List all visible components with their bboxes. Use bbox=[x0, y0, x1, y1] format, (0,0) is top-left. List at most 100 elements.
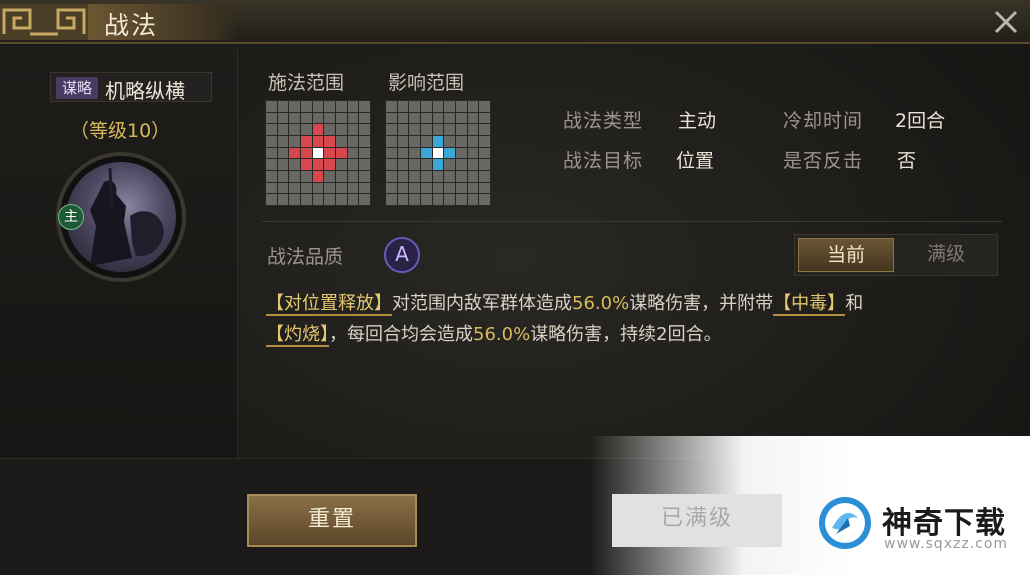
grid-cell bbox=[301, 124, 312, 135]
grid-cell bbox=[479, 124, 490, 135]
grid-cell bbox=[301, 136, 312, 147]
grid-cell bbox=[324, 171, 335, 182]
grid-cell bbox=[336, 159, 347, 170]
grid-cell bbox=[444, 136, 455, 147]
grid-cell bbox=[277, 136, 289, 147]
grid-cell bbox=[479, 147, 490, 159]
grid-cell bbox=[324, 101, 335, 112]
grid-cell bbox=[359, 124, 370, 135]
desc-keyword-burn[interactable]: 【灼烧】 bbox=[266, 324, 329, 347]
grid-cell bbox=[266, 147, 277, 159]
effect-range-grid bbox=[385, 100, 491, 206]
grid-cell bbox=[479, 159, 490, 170]
grid-cell bbox=[301, 101, 312, 112]
grid-cell bbox=[432, 171, 444, 182]
grid-cell bbox=[347, 182, 359, 194]
skill-type-value: 主动 bbox=[678, 110, 717, 132]
quality-grade-badge: A bbox=[384, 237, 420, 273]
grid-cell bbox=[336, 101, 347, 112]
tab-max-level[interactable]: 满级 bbox=[898, 238, 994, 272]
grid-cell bbox=[347, 136, 359, 147]
grid-cell bbox=[456, 112, 467, 124]
grid-cell bbox=[467, 101, 479, 112]
grid-cell bbox=[359, 136, 370, 147]
grid-cell bbox=[397, 171, 409, 182]
grid-cell bbox=[409, 159, 420, 170]
grid-cell bbox=[336, 147, 347, 159]
skill-type-label: 战法类型 bbox=[563, 110, 644, 132]
grid-cell bbox=[277, 101, 289, 112]
grid-cell bbox=[479, 194, 490, 205]
grid-cell bbox=[277, 112, 289, 124]
close-icon[interactable] bbox=[990, 6, 1022, 38]
grid-cell bbox=[301, 182, 312, 194]
grid-cell bbox=[386, 147, 397, 159]
grid-cell bbox=[312, 147, 324, 159]
cast-range-label: 施法范围 bbox=[268, 72, 345, 94]
cooldown-label: 冷却时间 bbox=[783, 110, 864, 132]
grid-cell bbox=[386, 124, 397, 135]
grid-cell bbox=[432, 112, 444, 124]
grid-cell bbox=[479, 171, 490, 182]
grid-cell bbox=[444, 147, 455, 159]
grid-cell bbox=[386, 101, 397, 112]
grid-cell bbox=[289, 171, 300, 182]
grid-cell bbox=[421, 159, 432, 170]
grid-cell bbox=[467, 136, 479, 147]
grid-cell bbox=[397, 159, 409, 170]
desc-text: 对范围内敌军群体造成 bbox=[392, 293, 572, 314]
grid-cell bbox=[359, 159, 370, 170]
cooldown-value: 2回合 bbox=[895, 110, 946, 132]
grid-cell bbox=[397, 136, 409, 147]
grid-cell bbox=[312, 194, 324, 205]
main-general-badge: 主 bbox=[58, 204, 84, 230]
reset-button[interactable]: 重置 bbox=[247, 494, 417, 547]
grid-cell bbox=[266, 159, 277, 170]
tab-current[interactable]: 当前 bbox=[798, 238, 894, 272]
grid-cell bbox=[289, 101, 300, 112]
grid-cell bbox=[444, 159, 455, 170]
grid-cell bbox=[479, 112, 490, 124]
grid-cell bbox=[397, 147, 409, 159]
grid-cell bbox=[421, 194, 432, 205]
grid-cell bbox=[467, 112, 479, 124]
grid-cell bbox=[266, 136, 277, 147]
grid-cell bbox=[277, 182, 289, 194]
grid-cell bbox=[347, 124, 359, 135]
grid-cell bbox=[409, 147, 420, 159]
maxed-button: 已满级 bbox=[612, 494, 782, 547]
grid-cell bbox=[289, 182, 300, 194]
grid-cell bbox=[324, 112, 335, 124]
grid-cell bbox=[467, 124, 479, 135]
grid-cell bbox=[347, 194, 359, 205]
grid-cell bbox=[312, 101, 324, 112]
grid-cell bbox=[289, 112, 300, 124]
grid-cell bbox=[409, 101, 420, 112]
grid-cell bbox=[479, 101, 490, 112]
grid-cell bbox=[301, 171, 312, 182]
grid-cell bbox=[266, 182, 277, 194]
grid-cell bbox=[277, 124, 289, 135]
grid-cell bbox=[456, 101, 467, 112]
grid-cell bbox=[397, 124, 409, 135]
grid-cell bbox=[456, 136, 467, 147]
grid-cell bbox=[324, 147, 335, 159]
grid-cell bbox=[312, 171, 324, 182]
watermark-logo-icon bbox=[819, 497, 871, 549]
grid-cell bbox=[432, 147, 444, 159]
grid-cell bbox=[359, 147, 370, 159]
grid-cell bbox=[324, 182, 335, 194]
cast-range-grid bbox=[265, 100, 371, 206]
skill-type-tag: 谋略 bbox=[56, 77, 98, 99]
grid-cell bbox=[266, 112, 277, 124]
desc-keyword-poison[interactable]: 【中毒】 bbox=[773, 293, 846, 316]
grid-cell bbox=[289, 124, 300, 135]
grid-cell bbox=[324, 159, 335, 170]
grid-cell bbox=[386, 159, 397, 170]
grid-cell bbox=[301, 147, 312, 159]
desc-keyword-cast[interactable]: 【对位置释放】 bbox=[266, 293, 392, 316]
effect-range-label: 影响范围 bbox=[388, 72, 465, 94]
grid-cell bbox=[266, 171, 277, 182]
grid-cell bbox=[467, 147, 479, 159]
grid-cell bbox=[467, 171, 479, 182]
